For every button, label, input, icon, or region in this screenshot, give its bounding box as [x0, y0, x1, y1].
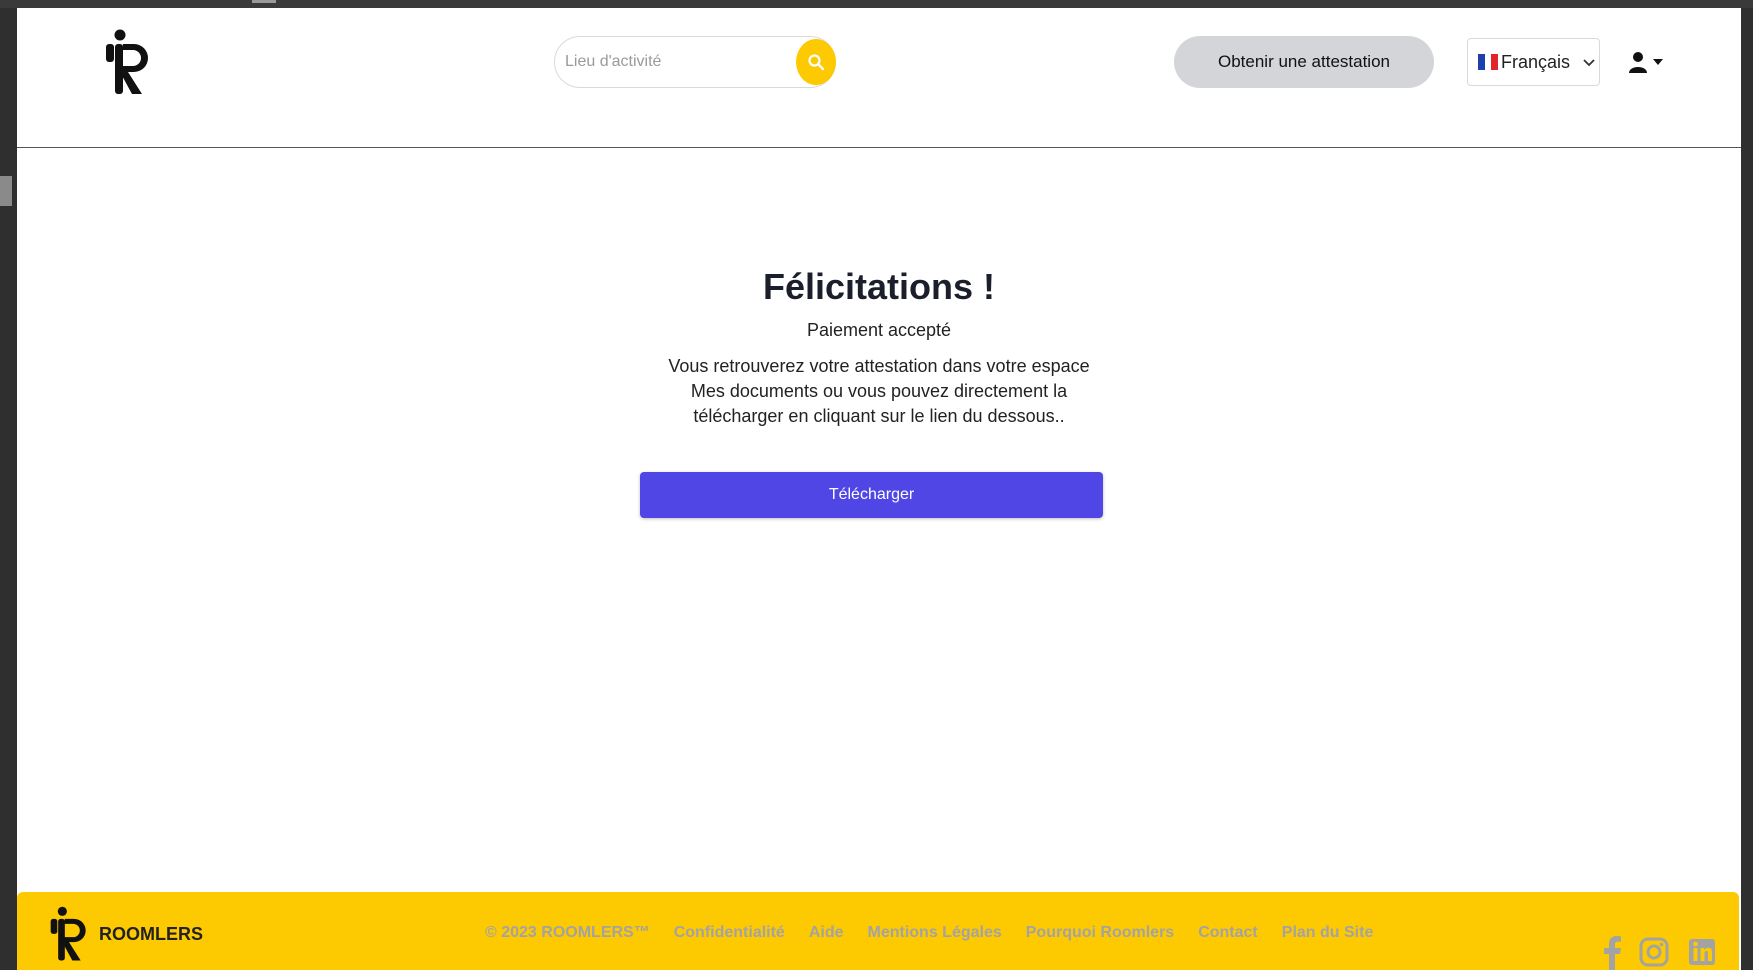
linkedin-icon[interactable] — [1687, 934, 1715, 970]
caret-down-icon — [1653, 59, 1663, 65]
footer-link-aide[interactable]: Aide — [809, 924, 844, 942]
left-gutter — [0, 8, 17, 970]
browser-tab-indicator — [252, 0, 276, 3]
confirmation-content: Félicitations ! Paiement accepté Vous re… — [17, 148, 1741, 900]
download-button[interactable]: Télécharger — [640, 472, 1103, 518]
footer-link-pourquoi-roomlers[interactable]: Pourquoi Roomlers — [1026, 924, 1174, 942]
footer-logo[interactable] — [49, 900, 89, 966]
search-input[interactable] — [565, 37, 785, 87]
footer-brand: ROOMLERS — [99, 924, 204, 944]
search-box — [554, 36, 836, 88]
right-gutter — [1741, 8, 1753, 970]
get-attestation-button[interactable]: Obtenir une attestation — [1174, 36, 1434, 88]
scroll-handle[interactable] — [0, 176, 12, 206]
confirmation-message: Vous retrouverez votre attestation dans … — [668, 356, 1090, 426]
footer-link-plan-du-site[interactable]: Plan du Site — [1282, 924, 1374, 942]
footer-link-mentions-legales[interactable]: Mentions Légales — [868, 924, 1002, 942]
search-button[interactable] — [796, 39, 836, 85]
user-icon — [1629, 52, 1647, 73]
roomlers-logo[interactable] — [104, 26, 152, 96]
page-title: Félicitations ! — [762, 266, 996, 307]
browser-top-strip — [0, 0, 1753, 8]
language-select[interactable]: Français — [1467, 38, 1600, 86]
flag-fr-icon — [1478, 54, 1499, 70]
facebook-icon[interactable] — [1599, 934, 1627, 970]
footer-link-confidentialite[interactable]: Confidentialité — [674, 924, 785, 942]
page-viewport: Obtenir une attestation Français Félicit… — [17, 8, 1741, 970]
copyright-text: © 2023 ROOMLERS™ — [485, 924, 650, 941]
search-icon — [808, 54, 825, 71]
payment-status: Paiement accepté — [806, 320, 952, 340]
language-label: Français — [1501, 51, 1571, 72]
site-footer: ROOMLERS © 2023 ROOMLERS™ Confidentialit… — [17, 892, 1739, 970]
footer-link-contact[interactable]: Contact — [1198, 924, 1258, 942]
site-header: Obtenir une attestation Français — [17, 8, 1741, 148]
user-menu[interactable] — [1629, 50, 1669, 74]
footer-nav: © 2023 ROOMLERS™ Confidentialité Aide Me… — [485, 924, 1373, 942]
chevron-down-icon — [1583, 59, 1595, 67]
instagram-icon[interactable] — [1639, 934, 1669, 970]
